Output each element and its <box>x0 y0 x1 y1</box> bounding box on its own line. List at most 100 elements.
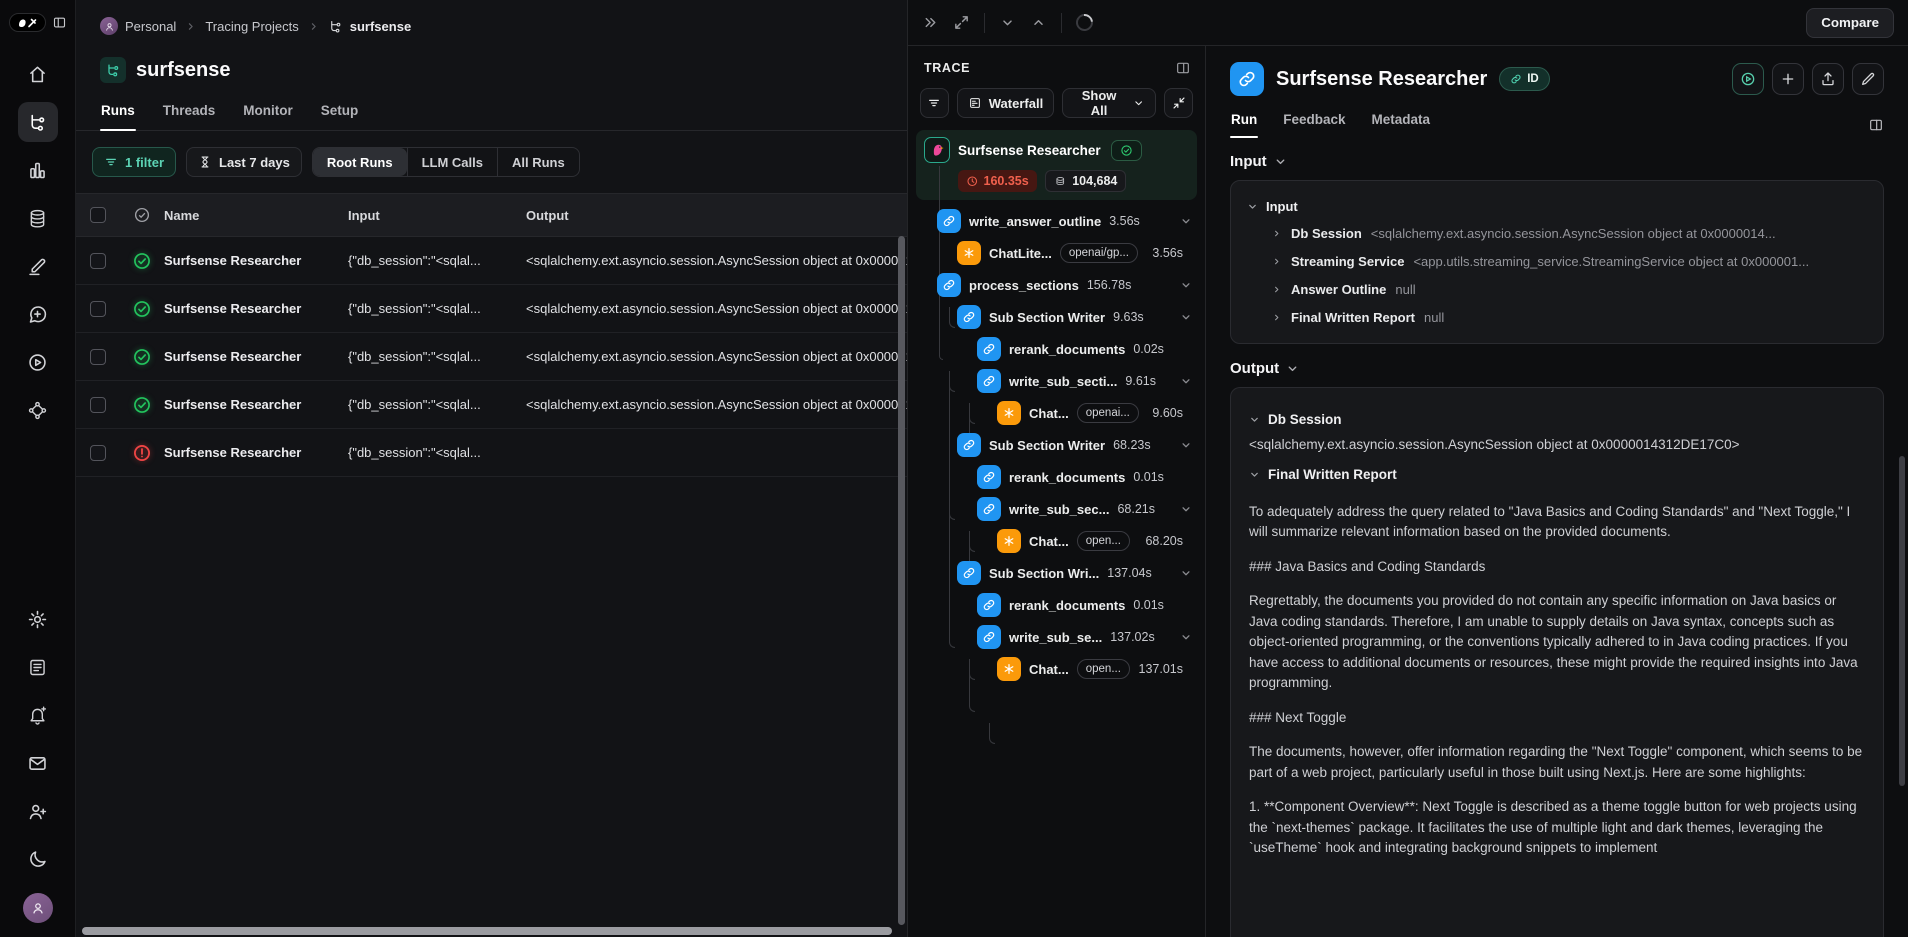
input-field-row[interactable]: Final Written Reportnull <box>1247 303 1867 331</box>
next-run-chevron-up-icon[interactable] <box>1030 14 1047 31</box>
trace-node-process-sections[interactable]: process_sections156.78s <box>916 269 1197 301</box>
trace-node-rerank-documents[interactable]: rerank_documents0.01s <box>916 589 1197 621</box>
chevron-down-icon[interactable] <box>1179 502 1193 516</box>
trace-node-chatlite-[interactable]: ChatLite...openai/gp...3.56s <box>916 237 1197 269</box>
tab-monitor[interactable]: Monitor <box>242 103 294 130</box>
sidebar-item-settings[interactable] <box>18 599 58 639</box>
chevron-down-icon[interactable] <box>1179 278 1193 292</box>
output-section-header[interactable]: Output <box>1230 360 1884 377</box>
sidebar-item-home[interactable] <box>18 54 58 94</box>
detail-tab-metadata[interactable]: Metadata <box>1371 112 1432 137</box>
compare-button[interactable]: Compare <box>1806 8 1894 38</box>
table-row[interactable]: Surfsense Researcher{"db_session":"<sqla… <box>76 237 907 285</box>
sidebar-item-dark-mode[interactable] <box>18 839 58 879</box>
tab-runs[interactable]: Runs <box>100 103 136 130</box>
langsmith-logo-icon[interactable] <box>9 13 46 32</box>
breadcrumb-item-surfsense[interactable]: surfsense <box>328 19 411 34</box>
run-id-badge[interactable]: ID <box>1499 67 1550 91</box>
row-checkbox[interactable] <box>90 349 106 365</box>
filter-count-button[interactable]: 1 filter <box>92 147 176 177</box>
add-to-dataset-button[interactable] <box>1772 63 1804 95</box>
sidebar-item-mail[interactable] <box>18 743 58 783</box>
trace-node-write-sub-sec-[interactable]: write_sub_sec...68.21s <box>916 493 1197 525</box>
trace-node-sub-section-wri-[interactable]: Sub Section Wri...137.04s <box>916 557 1197 589</box>
collapse-sidebar-icon[interactable] <box>52 15 67 30</box>
trace-node-write-answer-outline[interactable]: write_answer_outline3.56s <box>916 205 1197 237</box>
chevron-down-icon[interactable] <box>1179 438 1193 452</box>
row-checkbox[interactable] <box>90 301 106 317</box>
tab-setup[interactable]: Setup <box>320 103 360 130</box>
trace-filter-button[interactable] <box>920 88 949 118</box>
collapse-all-button[interactable] <box>1164 88 1193 118</box>
trace-node-chat-[interactable]: Chat...open...137.01s <box>916 653 1197 685</box>
detail-tab-run[interactable]: Run <box>1230 112 1258 137</box>
sidebar-item-prompts[interactable] <box>18 294 58 334</box>
expand-fullscreen-icon[interactable] <box>953 14 970 31</box>
trace-node-rerank-documents[interactable]: rerank_documents0.01s <box>916 461 1197 493</box>
previous-run-chevron-down-icon[interactable] <box>999 14 1016 31</box>
table-row[interactable]: Surfsense Researcher{"db_session":"<sqla… <box>76 429 907 477</box>
collapse-pane-icon[interactable] <box>922 14 939 31</box>
chevron-down-icon[interactable] <box>1179 214 1193 228</box>
sidebar-item-tracing-projects[interactable] <box>18 102 58 142</box>
trace-node-sub-section-writer[interactable]: Sub Section Writer9.63s <box>916 301 1197 333</box>
detail-vertical-scrollbar[interactable] <box>1899 456 1905 786</box>
trace-node-chat-[interactable]: Chat...open...68.20s <box>916 525 1197 557</box>
sidebar-item-playground[interactable] <box>18 342 58 382</box>
select-all-checkbox[interactable] <box>90 207 106 223</box>
row-checkbox[interactable] <box>90 397 106 413</box>
trace-node-write-sub-se-[interactable]: write_sub_se...137.02s <box>916 621 1197 653</box>
trace-node-chat-[interactable]: Chat...openai...9.60s <box>916 397 1197 429</box>
trace-node-name: rerank_documents <box>1009 342 1125 357</box>
segment-root-runs[interactable]: Root Runs <box>313 148 407 176</box>
sidebar-item-notifications[interactable] <box>18 695 58 735</box>
table-row[interactable]: Surfsense Researcher{"db_session":"<sqla… <box>76 333 907 381</box>
input-field-label: Streaming Service <box>1291 254 1404 269</box>
playground-run-button[interactable] <box>1732 63 1764 95</box>
show-all-dropdown[interactable]: Show All <box>1062 88 1156 118</box>
column-header-name[interactable]: Name <box>164 208 348 223</box>
table-vertical-scrollbar[interactable] <box>898 236 905 925</box>
annotate-run-button[interactable] <box>1852 63 1884 95</box>
tab-threads[interactable]: Threads <box>162 103 217 130</box>
share-run-button[interactable] <box>1812 63 1844 95</box>
waterfall-view-button[interactable]: Waterfall <box>957 88 1054 118</box>
chevron-down-icon[interactable] <box>1179 310 1193 324</box>
table-horizontal-scrollbar[interactable] <box>82 927 892 935</box>
input-field-row[interactable]: Db Session<sqlalchemy.ext.asyncio.sessio… <box>1247 219 1867 247</box>
chevron-down-icon[interactable] <box>1179 374 1193 388</box>
table-row[interactable]: Surfsense Researcher{"db_session":"<sqla… <box>76 381 907 429</box>
input-section-header[interactable]: Input <box>1230 153 1884 170</box>
row-checkbox[interactable] <box>90 253 106 269</box>
column-header-input[interactable]: Input <box>348 208 526 223</box>
input-field-row[interactable]: Answer Outlinenull <box>1247 275 1867 303</box>
input-root-row[interactable]: Input <box>1247 193 1867 219</box>
user-avatar[interactable] <box>23 893 53 923</box>
trace-panel-layout-icon[interactable] <box>1175 60 1191 76</box>
trace-node-write-sub-secti-[interactable]: write_sub_secti...9.61s <box>916 365 1197 397</box>
chevron-down-icon[interactable] <box>1179 630 1193 644</box>
trace-node-rerank-documents[interactable]: rerank_documents0.02s <box>916 333 1197 365</box>
trace-root-node[interactable]: Surfsense Researcher160.35s104,684 <box>916 130 1197 200</box>
table-row[interactable]: Surfsense Researcher{"db_session":"<sqla… <box>76 285 907 333</box>
trace-node-sub-section-writer[interactable]: Sub Section Writer68.23s <box>916 429 1197 461</box>
sidebar-item-invite-members[interactable] <box>18 791 58 831</box>
segment-llm-calls[interactable]: LLM Calls <box>407 148 497 176</box>
chevron-down-icon[interactable] <box>1179 566 1193 580</box>
breadcrumb-item-personal[interactable]: Personal <box>100 17 176 35</box>
output-field-header[interactable]: Db Session <box>1249 406 1865 432</box>
date-range-button[interactable]: Last 7 days <box>186 147 302 177</box>
column-header-output[interactable]: Output <box>526 208 907 223</box>
row-checkbox[interactable] <box>90 445 106 461</box>
detail-tab-feedback[interactable]: Feedback <box>1282 112 1346 137</box>
sidebar-item-dashboards[interactable] <box>18 150 58 190</box>
detail-panel-layout-icon[interactable] <box>1868 117 1884 133</box>
breadcrumb-item-tracing-projects[interactable]: Tracing Projects <box>205 19 298 34</box>
sidebar-item-docs[interactable] <box>18 647 58 687</box>
input-field-row[interactable]: Streaming Service<app.utils.streaming_se… <box>1247 247 1867 275</box>
sidebar-item-datasets[interactable] <box>18 198 58 238</box>
sidebar-item-annotation-queues[interactable] <box>18 246 58 286</box>
sidebar-item-deployments[interactable] <box>18 390 58 430</box>
output-field-header[interactable]: Final Written Report <box>1249 462 1865 488</box>
segment-all-runs[interactable]: All Runs <box>497 148 579 176</box>
